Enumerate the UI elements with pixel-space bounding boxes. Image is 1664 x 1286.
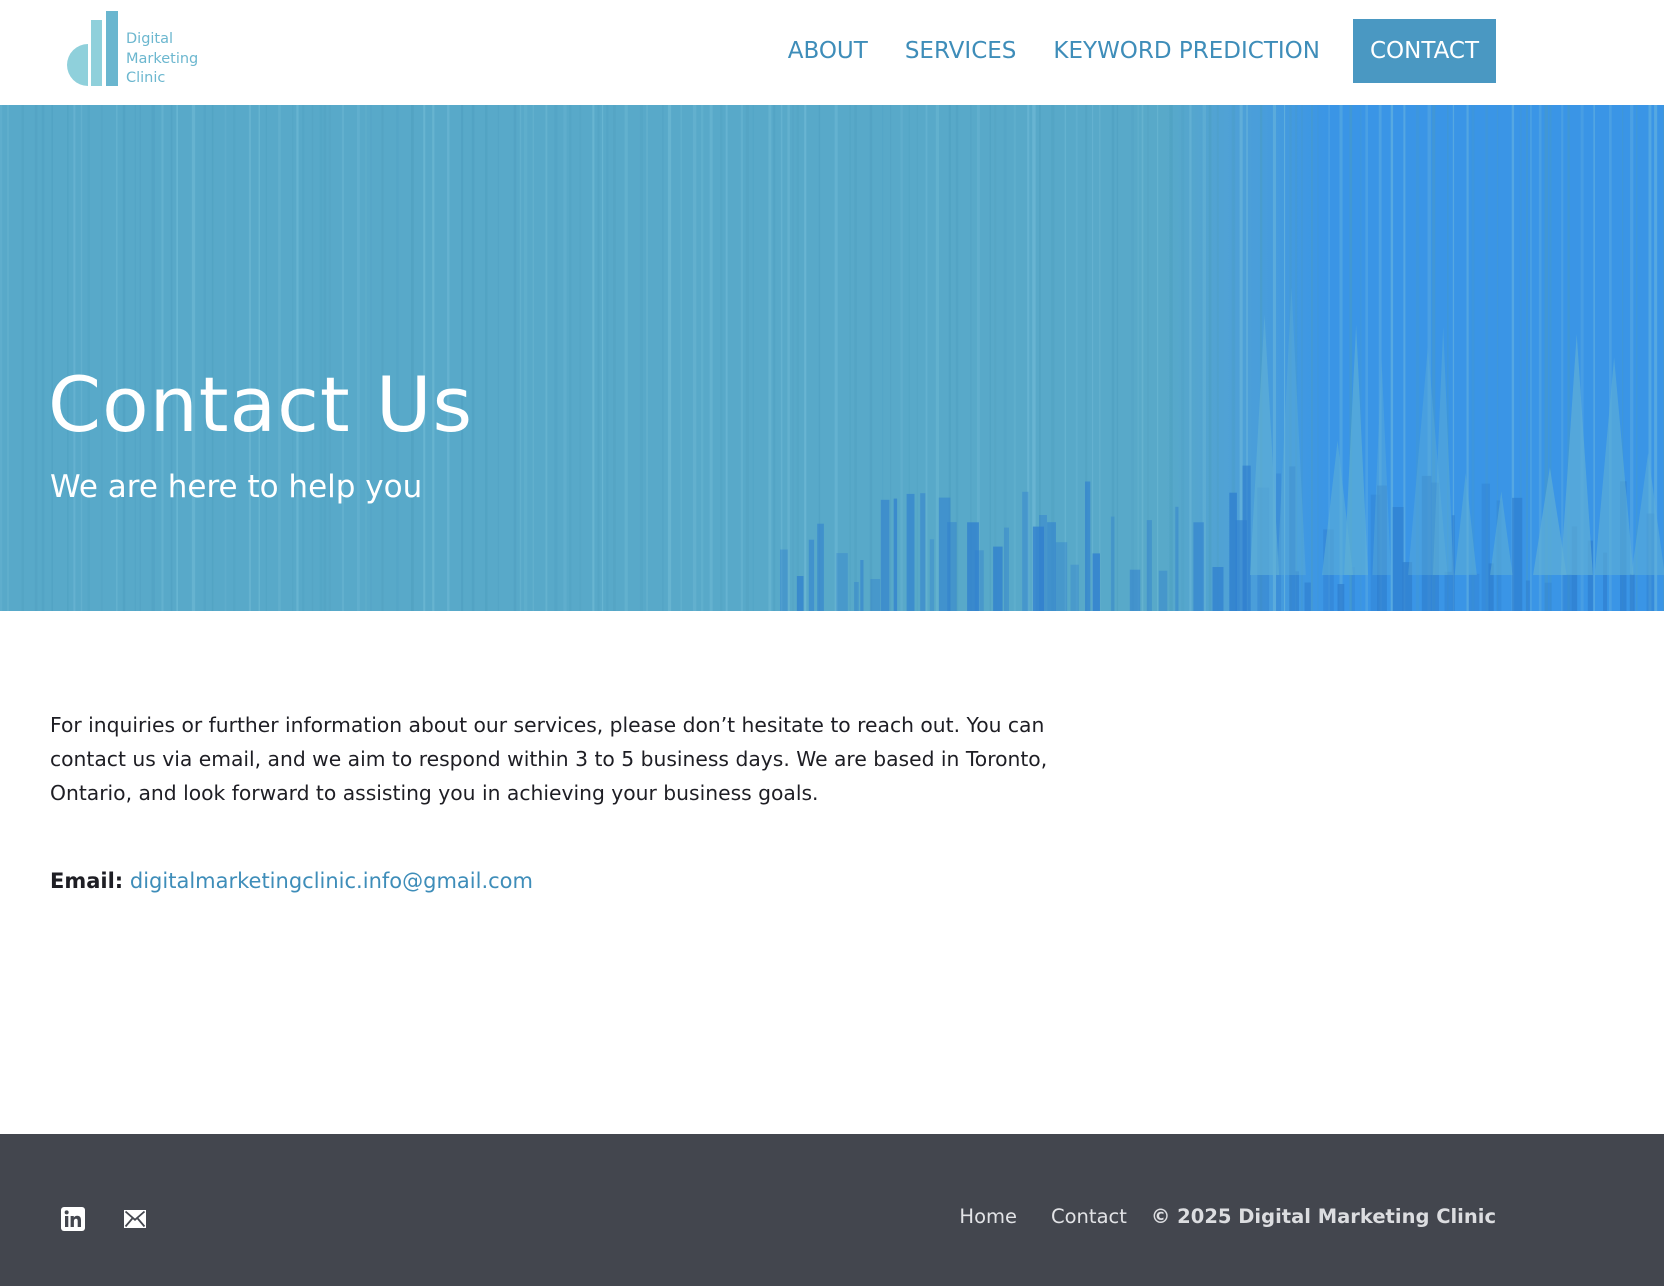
page-subtitle: We are here to help you — [50, 469, 423, 505]
page-title: Contact Us — [48, 360, 474, 449]
logo-bars-icon — [67, 11, 118, 86]
logo-line: Digital — [126, 31, 174, 47]
footer-link-contact[interactable]: Contact — [1051, 1205, 1127, 1228]
site-header: Digital Marketing Clinic ABOUT SERVICES … — [0, 0, 1664, 105]
hero-banner: Contact Us We are here to help you — [0, 105, 1664, 611]
intro-paragraph: For inquiries or further information abo… — [50, 713, 1048, 805]
hero-background-pattern — [0, 105, 1664, 611]
email-row: Email: digitalmarketingclinic.info@gmail… — [50, 866, 533, 896]
logo-line: Clinic — [126, 70, 166, 86]
linkedin-icon[interactable] — [61, 1207, 85, 1231]
copyright-text: © 2025 Digital Marketing Clinic — [1150, 1205, 1496, 1228]
logo-wordmark: Digital Marketing Clinic — [126, 30, 198, 89]
email-link[interactable]: digitalmarketingclinic.info@gmail.com — [130, 869, 533, 893]
nav-item-keyword-prediction[interactable]: KEYWORD PREDICTION — [1053, 38, 1320, 64]
site-logo[interactable]: Digital Marketing Clinic — [62, 11, 202, 89]
nav-item-services[interactable]: SERVICES — [905, 38, 1017, 64]
mail-icon[interactable] — [123, 1207, 147, 1231]
email-label: Email: — [50, 869, 124, 893]
footer-link-home[interactable]: Home — [959, 1205, 1017, 1228]
main-nav: ABOUT SERVICES KEYWORD PREDICTION — [788, 19, 1320, 83]
nav-item-about[interactable]: ABOUT — [788, 38, 868, 64]
footer-links: Home Contact © 2025 Digital Marketing Cl… — [959, 1205, 1496, 1228]
logo-line: Marketing — [126, 50, 199, 67]
nav-item-contact[interactable]: CONTACT — [1353, 19, 1496, 83]
